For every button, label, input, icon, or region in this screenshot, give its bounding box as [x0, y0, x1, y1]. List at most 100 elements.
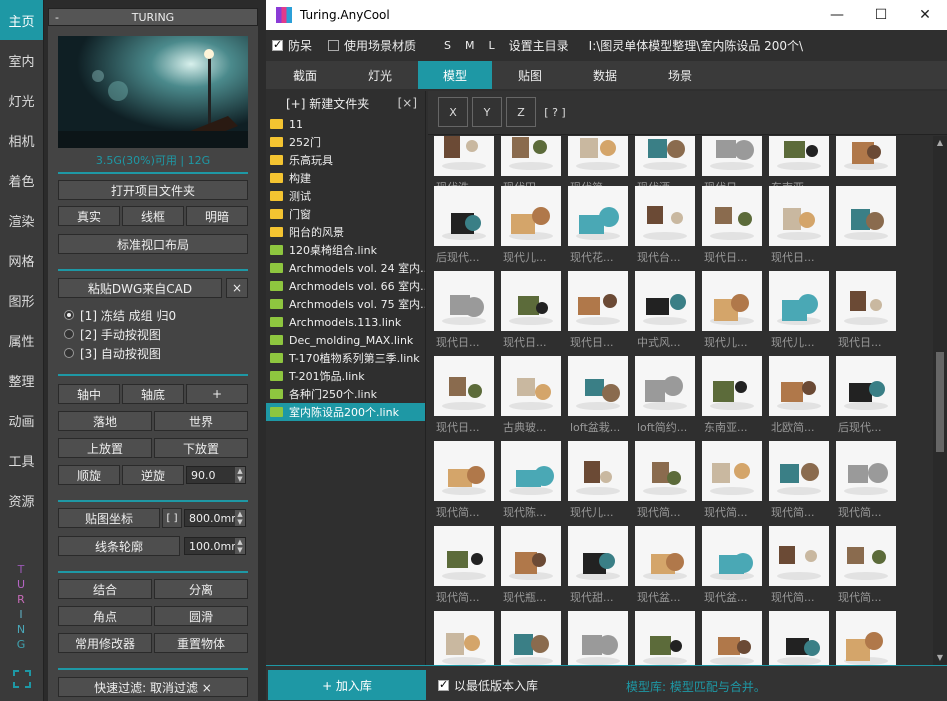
gallery-scrollbar[interactable]: ▲ ▼	[933, 136, 947, 665]
file-list-item[interactable]: Archmodels vol. 75 室内...	[266, 295, 425, 313]
model-thumbnail-card[interactable]: 现代简...	[767, 441, 833, 525]
model-thumbnail-card[interactable]	[633, 611, 699, 665]
shading-real-button[interactable]: 真实	[58, 206, 120, 226]
model-thumbnail-card[interactable]: 现代日...	[432, 356, 498, 440]
model-thumbnail-card[interactable]: 现代盆...	[633, 526, 699, 610]
file-list-item[interactable]: 11	[266, 115, 425, 133]
paste-dwg-button[interactable]: 粘贴DWG来自CAD	[58, 278, 222, 298]
model-thumbnail-card[interactable]: 现代花...	[566, 186, 632, 270]
tab-item[interactable]: 灯光	[343, 61, 417, 89]
file-list-item[interactable]: 门窗	[266, 205, 425, 223]
nav-item[interactable]: 整理	[0, 360, 43, 400]
new-folder-button[interactable]: [+] 新建文件夹	[286, 95, 369, 112]
model-thumbnail-card[interactable]: 现代瓶...	[499, 526, 565, 610]
shading-wire-button[interactable]: 线框	[122, 206, 184, 226]
model-thumbnail-card[interactable]	[767, 611, 833, 665]
tab-item[interactable]: 截面	[268, 61, 342, 89]
model-thumbnail-card[interactable]: loft盆栽...	[566, 356, 632, 440]
model-thumbnail-card[interactable]: 现代日...	[499, 271, 565, 355]
model-thumbnail-card[interactable]: 现代儿...	[566, 441, 632, 525]
model-thumbnail-card[interactable]: 现代日...	[834, 271, 900, 355]
bracket-button[interactable]: [ ]	[162, 508, 182, 528]
file-list-item[interactable]: Archmodels vol. 66 室内...	[266, 277, 425, 295]
quick-filter-button[interactable]: 快速过滤: 取消过滤 ×	[58, 677, 248, 697]
model-thumbnail-card[interactable]	[834, 186, 900, 270]
model-thumbnail-card[interactable]: 北欧简...	[767, 356, 833, 440]
maximize-icon[interactable]: ☐	[859, 7, 903, 23]
model-thumbnail-card[interactable]: 现代甜...	[566, 526, 632, 610]
radio-icon[interactable]	[64, 348, 74, 358]
model-thumbnail-card[interactable]: 东南亚...	[700, 356, 766, 440]
model-thumbnail-card[interactable]: 现代日...	[432, 271, 498, 355]
drop-to-ground-button[interactable]: 落地	[58, 411, 152, 431]
nav-item[interactable]: 室内	[0, 40, 43, 80]
model-thumbnail-card[interactable]: 后现代...	[834, 356, 900, 440]
model-thumbnail-card[interactable]: 现代儿...	[700, 271, 766, 355]
close-icon[interactable]: ×	[226, 278, 248, 298]
model-thumbnail-card[interactable]	[499, 611, 565, 665]
file-list-item[interactable]: 构建	[266, 169, 425, 187]
spinner-arrows-icon[interactable]: ▲ ▼	[235, 467, 245, 483]
model-thumbnail-card[interactable]: 现代陈...	[499, 441, 565, 525]
file-list-item[interactable]: 室内陈设品200个.link	[266, 403, 425, 421]
tab-item[interactable]: 贴图	[493, 61, 567, 89]
collapse-icon[interactable]: -	[49, 11, 65, 24]
help-button[interactable]: [ ? ]	[540, 97, 570, 127]
nav-item[interactable]: 相机	[0, 120, 43, 160]
set-root-dir-button[interactable]: 设置主目录	[509, 37, 569, 54]
model-thumbnail-card[interactable]: 中式风...	[633, 271, 699, 355]
tab-item[interactable]: 场景	[643, 61, 717, 89]
minimize-icon[interactable]: —	[815, 7, 859, 23]
add-button[interactable]: +	[186, 384, 248, 404]
map-coord-button[interactable]: 贴图坐标	[58, 508, 160, 528]
scroll-down-icon[interactable]: ▼	[933, 651, 947, 665]
line-size-input[interactable]: 100.0mm ▲ ▼	[184, 537, 246, 555]
file-list-item[interactable]: T-170植物系列第三季.link	[266, 349, 425, 367]
size-l-button[interactable]: L	[489, 39, 495, 52]
open-project-folder-button[interactable]: 打开项目文件夹	[58, 180, 248, 200]
rotate-ccw-button[interactable]: 逆旋	[122, 465, 184, 485]
model-thumbnail-card[interactable]: loft简约...	[633, 356, 699, 440]
shading-bright-button[interactable]: 明暗	[186, 206, 248, 226]
reset-object-button[interactable]: 重置物体	[154, 633, 248, 653]
model-thumbnail-card[interactable]: 现代简...	[432, 526, 498, 610]
spinner-arrows-icon[interactable]: ▲ ▼	[235, 510, 245, 526]
tab-item[interactable]: 模型	[418, 61, 492, 89]
file-list-item[interactable]: 120桌椅组合.link	[266, 241, 425, 259]
file-list-item[interactable]: Dec_molding_MAX.link	[266, 331, 425, 349]
common-modifiers-button[interactable]: 常用修改器	[58, 633, 152, 653]
nav-item[interactable]: 着色	[0, 160, 43, 200]
file-list-item[interactable]: 测试	[266, 187, 425, 205]
nav-item[interactable]: 网格	[0, 240, 43, 280]
model-thumbnail-card[interactable]: 现代简...	[432, 441, 498, 525]
nav-item[interactable]: 属性	[0, 320, 43, 360]
model-thumbnail-card[interactable]: 现代简...	[834, 526, 900, 610]
file-list-item[interactable]: Archmodels vol. 24 室内...	[266, 259, 425, 277]
size-m-button[interactable]: M	[465, 39, 475, 52]
model-thumbnail-card[interactable]: 现代日...	[566, 271, 632, 355]
nav-item[interactable]: 图形	[0, 280, 43, 320]
close-icon[interactable]: [×]	[398, 96, 417, 110]
close-window-icon[interactable]: ✕	[903, 7, 947, 23]
model-thumbnail-card[interactable]: 现代日...	[700, 186, 766, 270]
model-thumbnail-card[interactable]: 现代简...	[767, 526, 833, 610]
nav-item[interactable]: 动画	[0, 400, 43, 440]
axis-x-button[interactable]: X	[438, 97, 468, 127]
model-thumbnail-card[interactable]: 现代简...	[633, 441, 699, 525]
radio-icon[interactable]	[64, 310, 74, 320]
model-thumbnail-card[interactable]	[700, 611, 766, 665]
model-thumbnail-card[interactable]: 现代日...	[767, 186, 833, 270]
model-thumbnail-card[interactable]	[834, 611, 900, 665]
file-list-item[interactable]: T-201饰品.link	[266, 367, 425, 385]
radio-auto-view[interactable]: [3] 自动按视图	[64, 345, 161, 361]
model-thumbnail-card[interactable]: 现代儿...	[499, 186, 565, 270]
panel-title-bar[interactable]: - TURING	[48, 8, 258, 26]
nav-item[interactable]: 主页	[0, 0, 43, 40]
model-thumbnail-card[interactable]: 现代简...	[834, 441, 900, 525]
nav-item[interactable]: 资源	[0, 480, 43, 520]
low-version-checkbox[interactable]	[438, 678, 449, 691]
spinner-arrows-icon[interactable]: ▲ ▼	[235, 538, 245, 554]
radio-manual-view[interactable]: [2] 手动按视图	[64, 326, 161, 342]
model-thumbnail-card[interactable]: 后现代...	[432, 186, 498, 270]
model-thumbnail-card[interactable]: 现代简...	[700, 441, 766, 525]
